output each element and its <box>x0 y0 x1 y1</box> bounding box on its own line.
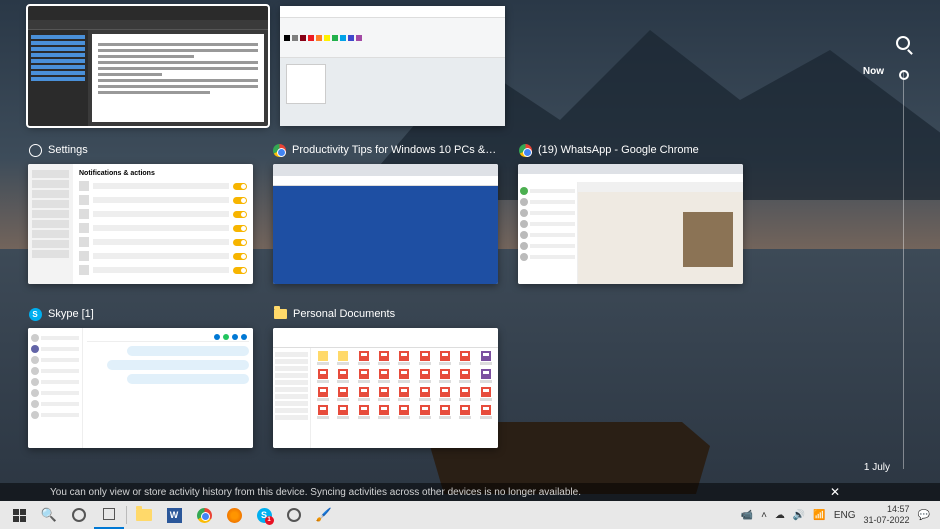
window-title: Personal Documents <box>293 308 395 320</box>
window-card-whatsapp[interactable]: (19) WhatsApp - Google Chrome <box>518 142 743 284</box>
chrome-icon <box>518 143 532 157</box>
timeline-date-label: 1 July <box>864 462 890 473</box>
taskbar-firefox[interactable] <box>219 501 249 529</box>
start-button[interactable] <box>4 501 34 529</box>
taskview-button[interactable] <box>94 501 124 529</box>
timeline-now-label: Now <box>863 66 884 77</box>
chrome-icon <box>273 143 286 157</box>
window-card-skype[interactable]: S Skype [1] <box>28 306 253 448</box>
taskbar-skype[interactable]: S1 <box>249 501 279 529</box>
window-title: (19) WhatsApp - Google Chrome <box>538 144 699 156</box>
taskbar-paint[interactable]: 🖌️ <box>309 501 339 529</box>
window-card-chrome-productivity[interactable]: Productivity Tips for Windows 10 PCs &bu… <box>273 142 498 284</box>
cortana-button[interactable] <box>64 501 94 529</box>
tray-onedrive-icon[interactable]: ☁ <box>775 510 785 521</box>
notice-close[interactable]: ✕ <box>830 485 840 499</box>
tray-notifications-icon[interactable]: 💬 <box>918 510 930 521</box>
notice-text: You can only view or store activity hist… <box>50 487 581 498</box>
folder-icon <box>273 307 287 321</box>
task-thumb-indesign[interactable] <box>28 6 268 126</box>
tray-clock[interactable]: 14:57 31-07-2022 <box>864 504 910 526</box>
taskbar-chrome[interactable] <box>189 501 219 529</box>
window-card-settings[interactable]: Settings Notifications & actions <box>28 142 253 284</box>
tray-chevron-icon[interactable]: ˄ <box>761 510 767 521</box>
skype-icon: S <box>28 307 42 321</box>
tray-language[interactable]: ENG <box>834 510 856 521</box>
task-thumb-paint[interactable] <box>280 6 505 126</box>
taskbar-explorer[interactable] <box>129 501 159 529</box>
taskbar: 🔍 W S1 🖌️ 📹 ˄ ☁ 🔊 📶 ENG 14:57 31-07-2022… <box>0 501 940 529</box>
taskbar-word[interactable]: W <box>159 501 189 529</box>
window-card-explorer[interactable]: Personal Documents <box>273 306 498 448</box>
timeline-search-icon[interactable] <box>896 36 910 50</box>
activity-notice: You can only view or store activity hist… <box>0 483 940 501</box>
taskbar-settings[interactable] <box>279 501 309 529</box>
window-title: Productivity Tips for Windows 10 PCs &bu… <box>292 144 498 156</box>
window-title: Settings <box>48 144 88 156</box>
tray-volume-icon[interactable]: 🔊 <box>793 510 805 521</box>
tray-meetNow-icon[interactable]: 📹 <box>741 510 753 521</box>
search-button[interactable]: 🔍 <box>34 501 64 529</box>
settings-icon <box>28 143 42 157</box>
timeline[interactable]: Now 1 July <box>860 36 910 469</box>
window-title: Skype [1] <box>48 308 94 320</box>
tray-wifi-icon[interactable]: 📶 <box>813 510 825 521</box>
